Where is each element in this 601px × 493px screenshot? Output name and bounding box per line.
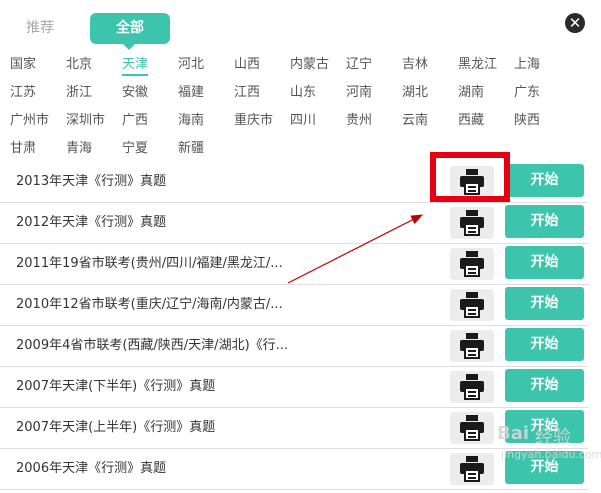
annotation-arrow: [287, 214, 424, 284]
watermark-logo: Bai: [497, 423, 530, 444]
baidu-watermark: Bai 经验 jingyan.baidu.com: [497, 423, 601, 478]
watermark-url: jingyan.baidu.com: [501, 448, 601, 461]
watermark-text: 经验: [535, 427, 571, 448]
